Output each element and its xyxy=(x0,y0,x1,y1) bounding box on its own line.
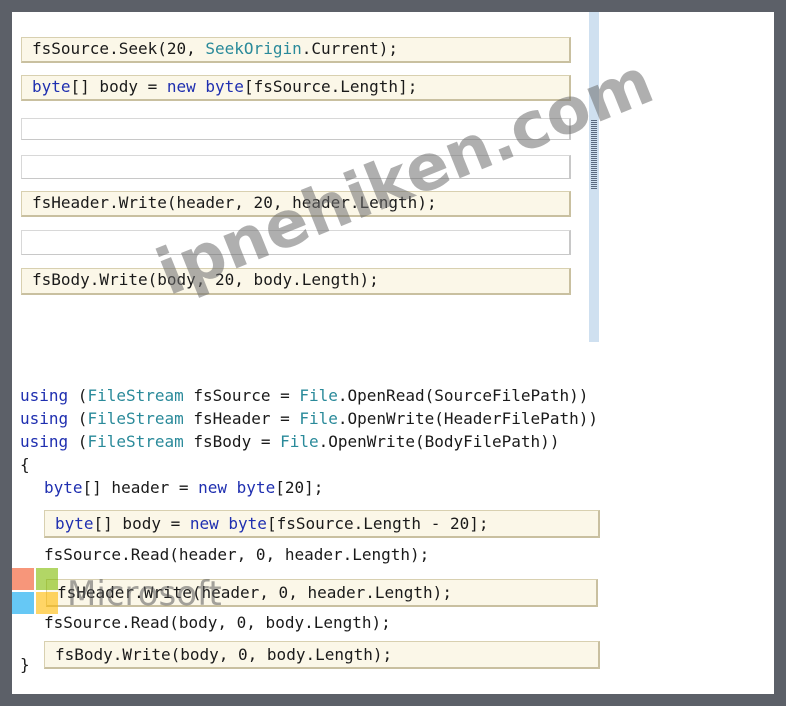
code-line-read-body: fsSource.Read(body, 0, body.Length); xyxy=(44,613,391,632)
code-line-header-decl: byte[] header = new byte[20]; xyxy=(44,478,324,497)
code-line-read-header: fsSource.Read(header, 0, header.Length); xyxy=(44,545,430,564)
drop-target-body-decl[interactable]: byte[] body = new byte[fsSource.Length -… xyxy=(44,510,600,538)
drop-target-header-write[interactable]: fsHeader.Write(header, 0, header.Length)… xyxy=(46,579,598,607)
code-line-using-header: using (FileStream fsHeader = File.OpenWr… xyxy=(20,409,598,428)
code-line-using-source: using (FileStream fsSource = File.OpenRe… xyxy=(20,386,589,405)
code-open-brace: { xyxy=(20,455,30,474)
code-close-brace: } xyxy=(20,655,30,674)
drag-drop-panel: fsSource.Seek(20, SeekOrigin.Current); b… xyxy=(12,12,774,694)
drop-target-body-write[interactable]: fsBody.Write(body, 0, body.Length); xyxy=(44,641,600,669)
code-drop-area: using (FileStream fsSource = File.OpenRe… xyxy=(12,12,774,694)
microsoft-logo-icon xyxy=(12,568,60,616)
code-line-using-body: using (FileStream fsBody = File.OpenWrit… xyxy=(20,432,560,451)
